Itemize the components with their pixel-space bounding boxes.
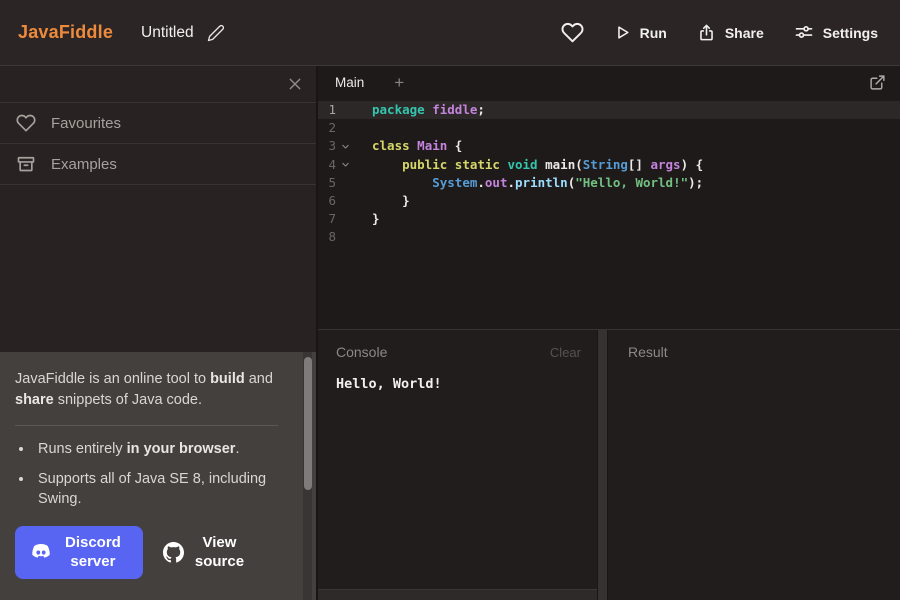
code-text: }	[372, 210, 380, 228]
github-icon	[163, 542, 184, 563]
sidebar-scrollbar-track[interactable]	[303, 352, 312, 600]
clear-console-button[interactable]: Clear	[550, 345, 581, 360]
code-line[interactable]: 4 public static void main(String[] args)…	[318, 156, 900, 174]
about-text: JavaFiddle is an online tool to build an…	[15, 369, 280, 410]
fold-gutter	[336, 101, 372, 119]
share-icon	[697, 23, 716, 42]
line-number: 1	[318, 101, 336, 119]
heart-icon	[561, 21, 584, 44]
code-line[interactable]: 1 package fiddle;	[318, 101, 900, 119]
result-panel: Result	[608, 330, 900, 600]
sidebar-scrollbar-thumb[interactable]	[304, 357, 312, 490]
feature-item: Supports all of Java SE 8, including Swi…	[34, 469, 280, 510]
share-button[interactable]: Share	[697, 23, 764, 42]
line-number: 7	[318, 210, 336, 228]
run-label: Run	[640, 25, 667, 41]
fold-gutter	[336, 210, 372, 228]
feature-item: Runs entirely in your browser.	[34, 439, 280, 460]
settings-sliders-icon	[794, 23, 814, 43]
code-line[interactable]: 2	[318, 119, 900, 137]
console-input[interactable]	[318, 589, 597, 600]
topbar-actions: Run Share Settings	[561, 21, 878, 44]
fold-gutter	[336, 228, 372, 246]
view-source-button[interactable]: Viewsource	[151, 526, 256, 580]
panel-resize-handle[interactable]	[597, 330, 608, 600]
editor-area: Main + 1package fiddle;23class Main {4 p…	[318, 66, 900, 600]
fold-gutter	[336, 174, 372, 192]
settings-label: Settings	[823, 25, 878, 41]
close-sidebar-button[interactable]	[287, 76, 303, 92]
sidebar-spacer	[0, 185, 316, 352]
external-link-icon	[869, 74, 886, 91]
open-external-button[interactable]	[869, 74, 886, 91]
settings-button[interactable]: Settings	[794, 23, 878, 43]
sidebar-item-examples[interactable]: Examples	[0, 144, 316, 185]
sidebar-item-label: Favourites	[51, 115, 121, 132]
sidebar-header	[0, 66, 316, 103]
code-line[interactable]: 6 }	[318, 192, 900, 210]
line-number: 2	[318, 119, 336, 137]
share-label: Share	[725, 25, 764, 41]
sidebar-item-favourites[interactable]: Favourites	[0, 103, 316, 144]
result-header: Result	[628, 344, 884, 360]
new-tab-button[interactable]: +	[392, 74, 406, 91]
run-button[interactable]: Run	[614, 24, 667, 41]
about-panel: JavaFiddle is an online tool to build an…	[0, 352, 316, 600]
close-icon	[287, 76, 303, 92]
console-panel: Console Clear Hello, World!	[318, 330, 597, 600]
discord-button-label: Discordserver	[65, 534, 121, 572]
code-line[interactable]: 7}	[318, 210, 900, 228]
fold-gutter	[336, 192, 372, 210]
discord-icon	[30, 544, 52, 562]
play-icon	[614, 24, 631, 41]
line-number: 5	[318, 174, 336, 192]
favourite-button[interactable]	[561, 21, 584, 44]
console-header: Console Clear	[336, 344, 581, 360]
feature-list: Runs entirely in your browser. Supports …	[15, 439, 280, 510]
sidebar-item-label: Examples	[51, 156, 117, 173]
code-text: System.out.println("Hello, World!");	[372, 174, 703, 192]
code-line[interactable]: 3 class Main {	[318, 137, 900, 155]
brand-logo[interactable]: JavaFiddle	[18, 22, 113, 43]
about-divider	[15, 425, 278, 426]
sidebar: Favourites Examples JavaFiddle is an onl…	[0, 66, 318, 600]
console-output: Hello, World!	[336, 376, 581, 392]
fold-chevron-down-icon[interactable]	[336, 137, 372, 155]
code-line[interactable]: 8	[318, 228, 900, 246]
view-source-button-label: Viewsource	[195, 534, 244, 572]
pencil-icon	[207, 24, 225, 42]
tab-main[interactable]: Main	[335, 73, 364, 92]
javafiddle-app: JavaFiddle Untitled Run	[0, 0, 900, 600]
code-text: public static void main(String[] args) {	[372, 156, 703, 174]
document-title: Untitled	[141, 24, 194, 42]
code-editor[interactable]: 1package fiddle;23class Main {4 public s…	[318, 98, 900, 330]
console-title: Console	[336, 344, 387, 360]
line-number: 4	[318, 156, 336, 174]
fold-gutter	[336, 119, 372, 137]
editor-tabbar: Main +	[318, 66, 900, 98]
bottom-panels: Console Clear Hello, World! Result	[318, 330, 900, 600]
line-number: 3	[318, 137, 336, 155]
code-text: package fiddle;	[372, 101, 485, 119]
archive-icon	[16, 154, 36, 174]
rename-button[interactable]	[207, 24, 225, 42]
about-buttons: Discordserver Viewsource	[15, 526, 280, 580]
code-text: }	[372, 192, 410, 210]
line-number: 6	[318, 192, 336, 210]
fold-chevron-down-icon[interactable]	[336, 156, 372, 174]
code-text: class Main {	[372, 137, 462, 155]
heart-icon	[16, 113, 36, 133]
topbar: JavaFiddle Untitled Run	[0, 0, 900, 66]
line-number: 8	[318, 228, 336, 246]
discord-server-button[interactable]: Discordserver	[15, 526, 143, 580]
result-title: Result	[628, 344, 668, 360]
code-line[interactable]: 5 System.out.println("Hello, World!");	[318, 174, 900, 192]
content: Favourites Examples JavaFiddle is an onl…	[0, 66, 900, 600]
